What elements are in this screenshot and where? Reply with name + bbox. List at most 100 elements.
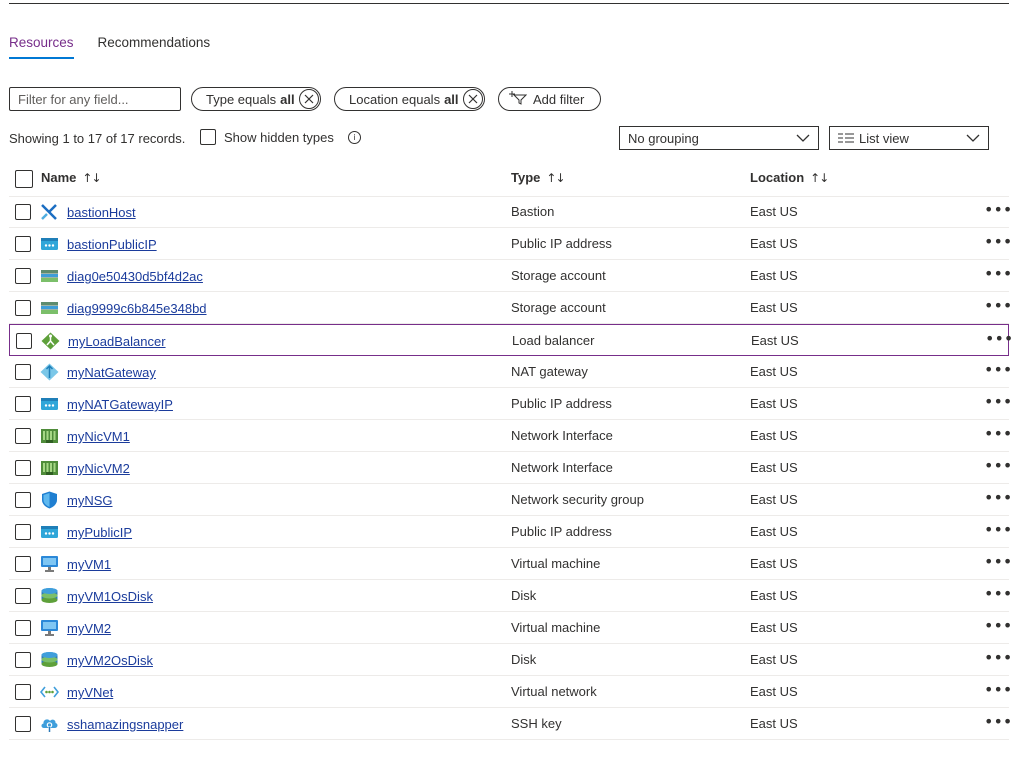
resource-location: East US [750,652,798,667]
more-actions-button[interactable]: ••• [984,712,1012,731]
resource-name-link[interactable]: myVM1OsDisk [67,589,153,604]
show-hidden-types-checkbox[interactable] [200,129,216,145]
resource-name-link[interactable]: sshamazingsnapper [67,717,183,732]
row-checkbox[interactable] [15,492,31,508]
tab-recommendations[interactable]: Recommendations [98,35,211,59]
tab-resources[interactable]: Resources [9,35,74,59]
resource-name-link[interactable]: diag0e50430d5bf4d2ac [67,269,203,284]
resource-name-link[interactable]: diag9999c6b845e348bd [67,301,207,316]
column-header-type[interactable]: Type ↑↓ [511,170,566,185]
table-row[interactable]: myPublicIP Public IP address East US ••• [9,516,1012,548]
table-row[interactable]: sshamazingsnapper SSH key East US ••• [9,708,1012,740]
row-checkbox[interactable] [15,364,31,380]
more-actions-button[interactable]: ••• [984,584,1012,603]
row-checkbox[interactable] [15,268,31,284]
table-row[interactable]: myNicVM2 Network Interface East US ••• [9,452,1012,484]
more-actions-button[interactable]: ••• [984,648,1012,667]
row-checkbox[interactable] [15,652,31,668]
row-checkbox[interactable] [15,684,31,700]
more-actions-button[interactable]: ••• [984,680,1012,699]
table-row[interactable]: myNSG Network security group East US ••• [9,484,1012,516]
location-filter-pill[interactable]: Location equals all [334,87,485,111]
network-interface-icon [40,459,59,477]
row-checkbox[interactable] [15,620,31,636]
show-hidden-types[interactable]: Show hidden types i [200,129,361,145]
resource-name-link[interactable]: myPublicIP [67,525,132,540]
more-actions-button[interactable]: ••• [984,392,1012,411]
resource-name-link[interactable]: bastionPublicIP [67,237,157,252]
row-checkbox[interactable] [15,428,31,444]
remove-location-filter-icon[interactable] [462,89,483,109]
load-balancer-icon [41,332,60,350]
table-row[interactable]: myNATGatewayIP Public IP address East US ••… [9,388,1012,420]
row-checkbox[interactable] [15,300,31,316]
records-count: Showing 1 to 17 of 17 records. [9,131,186,146]
more-actions-button[interactable]: ••• [984,456,1012,475]
resource-name-link[interactable]: myLoadBalancer [68,334,166,349]
resource-name-link[interactable]: myVM1 [67,557,111,572]
resource-name-link[interactable]: myVM2OsDisk [67,653,153,668]
row-checkbox[interactable] [15,556,31,572]
table-row[interactable]: myVM1OsDisk Disk East US ••• [9,580,1012,612]
row-checkbox[interactable] [15,204,31,220]
storage-account-icon [40,267,59,285]
table-row[interactable]: myVM1 Virtual machine East US ••• [9,548,1012,580]
row-checkbox[interactable] [15,716,31,732]
row-checkbox[interactable] [15,524,31,540]
table-row[interactable]: myVNet Virtual network East US ••• [9,676,1012,708]
table-row[interactable]: bastionPublicIP Public IP address East US •… [9,228,1012,260]
table-row[interactable]: myNicVM1 Network Interface East US ••• [9,420,1012,452]
table-row[interactable]: myLoadBalancer Load balancer East US ••• [9,324,1013,356]
more-actions-button[interactable]: ••• [985,329,1013,348]
resource-name-link[interactable]: bastionHost [67,205,136,220]
nat-gateway-icon [40,363,59,381]
location-filter-value: all [444,91,459,107]
row-checkbox[interactable] [15,588,31,604]
row-checkbox[interactable] [15,236,31,252]
sort-icon: ↑↓ [82,170,101,185]
table-row[interactable]: diag0e50430d5bf4d2ac Storage account East … [9,260,1012,292]
grouping-dropdown[interactable]: No grouping [619,126,819,150]
filter-input[interactable] [9,87,181,111]
more-actions-button[interactable]: ••• [984,200,1012,219]
table-row[interactable]: myVM2 Virtual machine East US ••• [9,612,1012,644]
resource-type: Virtual machine [511,556,601,571]
resource-type: Bastion [511,204,555,219]
resource-name-link[interactable]: myNicVM1 [67,429,130,444]
more-actions-button[interactable]: ••• [984,552,1012,571]
resource-location: East US [750,236,798,251]
more-actions-button[interactable]: ••• [984,616,1012,635]
column-header-name[interactable]: Name ↑↓ [41,170,102,185]
resource-name-link[interactable]: myNatGateway [67,365,156,380]
resource-location: East US [750,556,798,571]
table-row[interactable]: myVM2OsDisk Disk East US ••• [9,644,1012,676]
info-icon[interactable]: i [347,130,361,144]
resource-location: East US [750,204,798,219]
type-filter-pill[interactable]: Type equals all [191,87,321,111]
add-filter-button[interactable]: Add filter [498,87,602,111]
table-row[interactable]: bastionHost Bastion East US ••• [9,196,1012,228]
resource-name-link[interactable]: myVNet [67,685,113,700]
public-ip-icon [40,235,59,253]
remove-type-filter-icon[interactable] [298,89,319,109]
more-actions-button[interactable]: ••• [984,296,1012,315]
resource-location: East US [750,588,798,603]
column-header-location[interactable]: Location ↑↓ [750,170,829,185]
more-actions-button[interactable]: ••• [984,520,1012,539]
resource-name-link[interactable]: myNATGatewayIP [67,397,173,412]
more-actions-button[interactable]: ••• [984,488,1012,507]
row-checkbox[interactable] [15,396,31,412]
resource-name-link[interactable]: myNSG [67,493,113,508]
resource-name-link[interactable]: myVM2 [67,621,111,636]
more-actions-button[interactable]: ••• [984,424,1012,443]
row-checkbox[interactable] [16,333,32,349]
more-actions-button[interactable]: ••• [984,264,1012,283]
resource-name-link[interactable]: myNicVM2 [67,461,130,476]
row-checkbox[interactable] [15,460,31,476]
view-dropdown[interactable]: List view [829,126,989,150]
select-all-checkbox[interactable] [15,170,33,188]
table-row[interactable]: diag9999c6b845e348bd Storage account East … [9,292,1012,324]
table-row[interactable]: myNatGateway NAT gateway East US ••• [9,356,1012,388]
more-actions-button[interactable]: ••• [984,360,1012,379]
more-actions-button[interactable]: ••• [984,232,1012,251]
